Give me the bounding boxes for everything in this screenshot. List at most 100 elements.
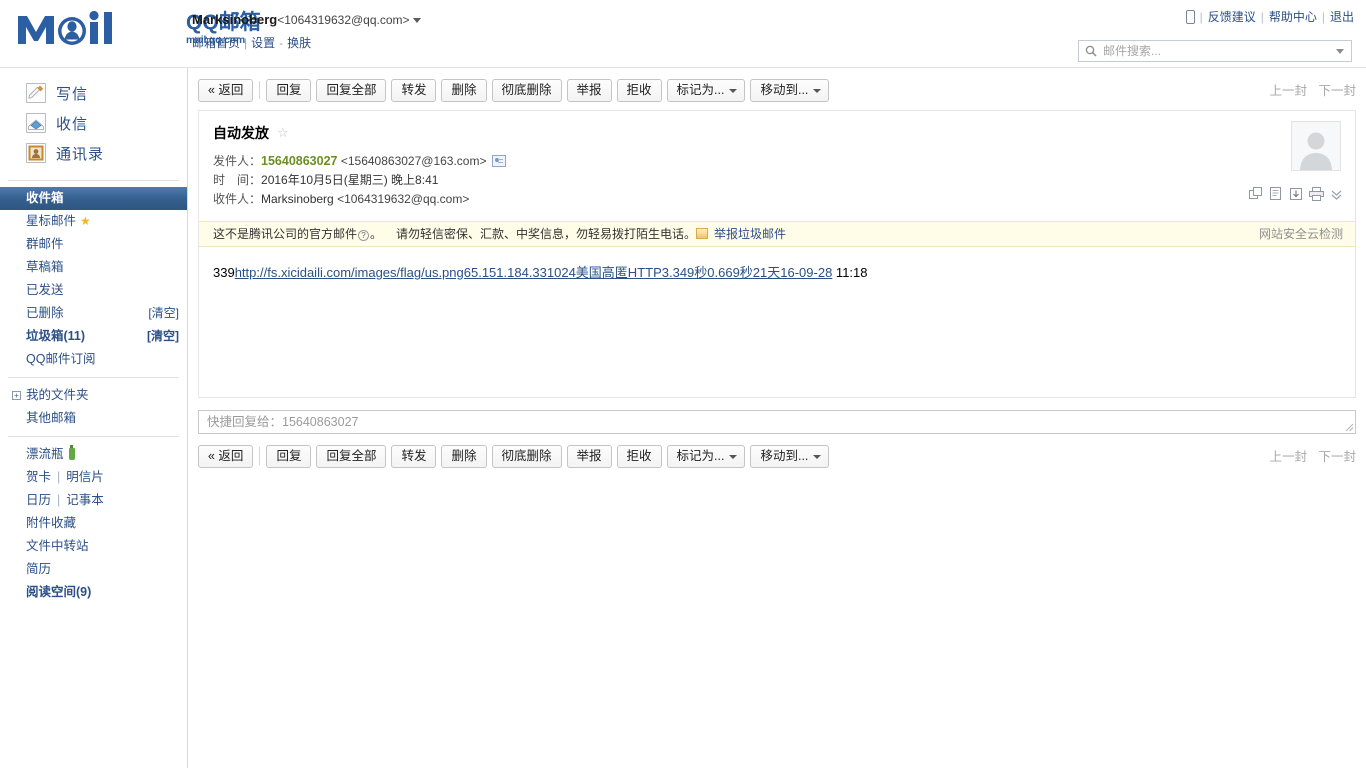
calendar-link[interactable]: 日历 xyxy=(26,493,51,507)
sidebar-item-greeting-card[interactable]: 贺卡 | 明信片 xyxy=(0,466,187,489)
sidebar: 写信 收信 通讯录 收件箱 星标邮件 ★ 群邮件 草稿箱 已发送 已删除 [清空… xyxy=(0,68,188,768)
postcard-link[interactable]: 明信片 xyxy=(66,470,104,484)
chevron-down-icon xyxy=(729,454,738,459)
tool-label: 阅读空间(9) xyxy=(26,585,92,599)
quick-reply-box[interactable] xyxy=(198,410,1356,434)
mail-header: 自动发放 ☆ 发件人：15640863027 <15640863027@163.… xyxy=(199,111,1355,217)
new-window-icon[interactable] xyxy=(1249,187,1263,201)
sidebar-folder-inbox[interactable]: 收件箱 xyxy=(0,187,187,210)
sidebar-item-resume[interactable]: 简历 xyxy=(0,558,187,581)
mobile-phone-icon[interactable] xyxy=(1185,10,1195,24)
mail-time: 2016年10月5日(星期三) 晚上8:41 xyxy=(261,173,439,187)
skin-link[interactable]: 换肤 xyxy=(287,36,311,50)
website-security-label: 网站安全云检测 xyxy=(1258,227,1343,241)
mark-as-dropdown[interactable]: 标记为... xyxy=(666,78,746,102)
sidebar-folder-starred[interactable]: 星标邮件 ★ xyxy=(0,210,187,233)
sidebar-tools: 漂流瓶 贺卡 | 明信片 日历 | 记事本 附件收藏 文件中转站 简历 阅读空间(9) xyxy=(0,443,187,604)
sidebar-item-contacts[interactable]: 通讯录 xyxy=(0,138,187,168)
sidebar-item-compose[interactable]: 写信 xyxy=(0,78,187,108)
move-to-dropdown[interactable]: 移动到... xyxy=(750,78,830,102)
mail-home-link[interactable]: 邮箱首页 xyxy=(192,36,240,50)
recipient-address: <1064319632@qq.com> xyxy=(337,192,470,206)
chevron-down-icon xyxy=(813,88,822,93)
reply-all-button-bottom[interactable]: 回复全部 xyxy=(316,444,387,468)
quick-reply-input[interactable] xyxy=(199,411,1355,433)
sidebar-folder-group-mail[interactable]: 群邮件 xyxy=(0,233,187,256)
account-chevron-down-icon[interactable] xyxy=(412,18,421,24)
question-mark-icon[interactable]: ? xyxy=(358,230,370,241)
divider xyxy=(259,81,261,99)
sidebar-folder-spam[interactable]: 垃圾箱(11) [清空] xyxy=(0,325,187,348)
settings-link[interactable]: 设置 xyxy=(251,36,275,50)
notepad-link[interactable]: 记事本 xyxy=(66,493,104,507)
forward-button[interactable]: 转发 xyxy=(391,78,437,102)
receive-icon xyxy=(26,113,46,133)
reply-all-button[interactable]: 回复全部 xyxy=(316,78,387,102)
report-button-bottom[interactable]: 举报 xyxy=(566,444,612,468)
star-icon[interactable]: ☆ xyxy=(277,125,289,141)
forward-button-bottom[interactable]: 转发 xyxy=(391,444,437,468)
sidebar-folder-subscriptions[interactable]: QQ邮件订阅 xyxy=(0,348,187,371)
sidebar-item-label: 通讯录 xyxy=(56,145,105,163)
back-button-bottom[interactable]: « 返回 xyxy=(198,444,254,468)
delete-button-bottom[interactable]: 删除 xyxy=(441,444,487,468)
greeting-card-link[interactable]: 贺卡 xyxy=(26,470,51,484)
report-button[interactable]: 举报 xyxy=(566,78,612,102)
delete-permanently-button[interactable]: 彻底删除 xyxy=(491,78,562,102)
next-mail-link-bottom[interactable]: 下一封 xyxy=(1318,450,1356,464)
next-mail-link[interactable]: 下一封 xyxy=(1318,84,1356,98)
search-box[interactable] xyxy=(1078,40,1352,62)
sidebar-item-file-transfer[interactable]: 文件中转站 xyxy=(0,535,187,558)
reply-button-bottom[interactable]: 回复 xyxy=(266,444,312,468)
sender-name[interactable]: 15640863027 xyxy=(261,154,337,168)
search-chevron-down-icon[interactable] xyxy=(1336,48,1344,54)
recipient-name[interactable]: Marksinoberg xyxy=(261,192,334,206)
logout-link[interactable]: 退出 xyxy=(1330,10,1354,24)
block-button[interactable]: 拒收 xyxy=(616,78,662,102)
recipient-row: 收件人：Marksinoberg <1064319632@qq.com> xyxy=(213,190,1341,209)
clear-deleted-link[interactable]: [清空] xyxy=(148,302,179,325)
feedback-link[interactable]: 反馈建议 xyxy=(1208,10,1256,24)
resize-grip-icon[interactable] xyxy=(1345,423,1354,432)
report-spam-link[interactable]: 举报垃圾邮件 xyxy=(714,227,786,241)
mark-as-dropdown-bottom[interactable]: 标记为... xyxy=(666,444,746,468)
warning-text-period: 。 xyxy=(370,227,383,241)
sidebar-item-drift-bottle[interactable]: 漂流瓶 xyxy=(0,443,187,466)
account-links: 邮箱首页 | 设置 - 换肤 xyxy=(192,34,421,51)
folder-label: QQ邮件订阅 xyxy=(26,352,96,366)
divider xyxy=(8,377,179,378)
sidebar-folder-deleted[interactable]: 已删除 [清空] xyxy=(0,302,187,325)
move-to-dropdown-bottom[interactable]: 移动到... xyxy=(750,444,830,468)
delete-permanently-button-bottom[interactable]: 彻底删除 xyxy=(491,444,562,468)
sidebar-item-reading-space[interactable]: 阅读空间(9) xyxy=(0,581,187,604)
delete-button[interactable]: 删除 xyxy=(441,78,487,102)
back-button[interactable]: « 返回 xyxy=(198,78,254,102)
sidebar-other-mailbox[interactable]: 其他邮箱 xyxy=(0,407,187,430)
divider: | xyxy=(1321,10,1325,24)
save-download-icon[interactable] xyxy=(1289,187,1303,201)
folder-label: 已删除 xyxy=(26,306,64,320)
to-label: 收件人： xyxy=(213,192,262,206)
sidebar-my-folders[interactable]: + 我的文件夹 xyxy=(0,384,187,407)
block-button-bottom[interactable]: 拒收 xyxy=(616,444,662,468)
sidebar-item-receive[interactable]: 收信 xyxy=(0,108,187,138)
expand-plus-icon[interactable]: + xyxy=(12,391,21,400)
body-link[interactable]: http://fs.xicidaili.com/images/flag/us.p… xyxy=(235,265,833,280)
note-icon[interactable] xyxy=(1269,187,1283,201)
sidebar-folder-drafts[interactable]: 草稿箱 xyxy=(0,256,187,279)
previous-mail-link[interactable]: 上一封 xyxy=(1269,84,1307,98)
reply-button[interactable]: 回复 xyxy=(266,78,312,102)
contact-card-icon[interactable] xyxy=(492,155,507,167)
search-input[interactable] xyxy=(1101,42,1336,60)
page-body: 写信 收信 通讯录 收件箱 星标邮件 ★ 群邮件 草稿箱 已发送 已删除 [清空… xyxy=(0,68,1366,768)
print-icon[interactable] xyxy=(1309,187,1324,201)
previous-mail-link-bottom[interactable]: 上一封 xyxy=(1269,450,1307,464)
help-center-link[interactable]: 帮助中心 xyxy=(1269,10,1317,24)
sidebar-item-attachment-favorites[interactable]: 附件收藏 xyxy=(0,512,187,535)
sidebar-folder-sent[interactable]: 已发送 xyxy=(0,279,187,302)
chevron-double-down-icon[interactable] xyxy=(1330,188,1343,201)
account-identity[interactable]: Marksinoberg<1064319632@qq.com> xyxy=(192,12,421,27)
clear-spam-link[interactable]: [清空] xyxy=(147,325,179,348)
sidebar-item-calendar[interactable]: 日历 | 记事本 xyxy=(0,489,187,512)
bottle-icon xyxy=(68,445,75,460)
